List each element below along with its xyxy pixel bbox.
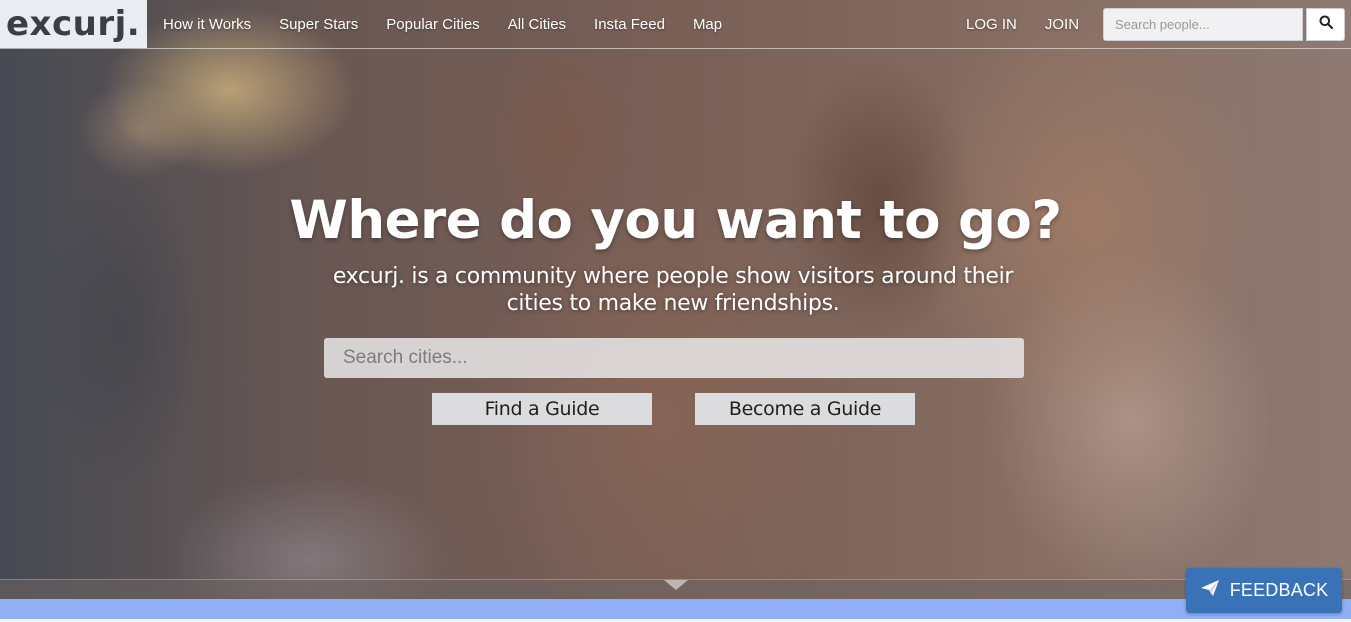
search-icon xyxy=(1319,15,1333,34)
find-guide-button[interactable]: Find a Guide xyxy=(432,393,652,425)
feedback-button[interactable]: FEEDBACK xyxy=(1186,568,1342,613)
paper-plane-icon xyxy=(1200,579,1220,602)
nav-insta-feed[interactable]: Insta Feed xyxy=(580,16,679,33)
people-search-input[interactable] xyxy=(1103,8,1303,41)
hero-subline: excurj. is a community where people show… xyxy=(332,264,1014,316)
nav-super-stars[interactable]: Super Stars xyxy=(265,16,372,33)
join-link[interactable]: JOIN xyxy=(1031,16,1093,33)
section-pointer xyxy=(664,580,688,590)
login-link[interactable]: LOG IN xyxy=(952,16,1031,33)
top-navigation: excurj. How it Works Super Stars Popular… xyxy=(0,0,1351,49)
main-nav: How it Works Super Stars Popular Cities … xyxy=(149,0,736,48)
hero-headline: Where do you want to go? xyxy=(289,190,1062,251)
feedback-label: FEEDBACK xyxy=(1229,580,1329,600)
auth-links: LOG IN JOIN xyxy=(952,0,1093,48)
logo[interactable]: excurj. xyxy=(0,0,147,48)
become-guide-button[interactable]: Become a Guide xyxy=(695,393,915,425)
nav-popular-cities[interactable]: Popular Cities xyxy=(372,16,493,33)
nav-all-cities[interactable]: All Cities xyxy=(494,16,580,33)
city-search-input[interactable] xyxy=(324,338,1024,378)
logo-text: excurj. xyxy=(6,4,141,44)
nav-how-it-works[interactable]: How it Works xyxy=(149,16,265,33)
people-search-button[interactable] xyxy=(1306,8,1345,41)
nav-map[interactable]: Map xyxy=(679,16,736,33)
